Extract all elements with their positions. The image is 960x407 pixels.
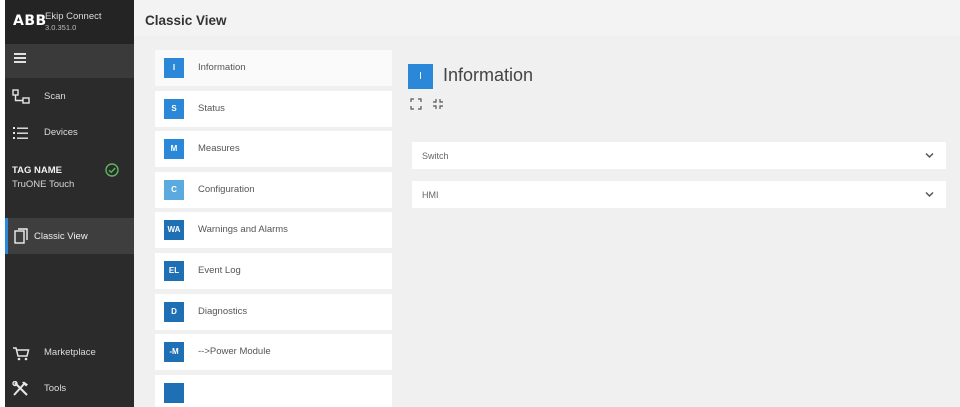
expand-all-icon[interactable] (410, 98, 422, 110)
chevron-down-icon (925, 191, 934, 198)
menu-badge: EL (164, 261, 184, 281)
list-item[interactable]: WA Warnings and Alarms (155, 212, 392, 248)
sidebar-item-label: Classic View (34, 231, 88, 242)
sidebar-item-label: Scan (44, 91, 66, 102)
expand-collapse-controls (410, 98, 450, 110)
cart-icon (13, 347, 30, 361)
device-model: TruONE Touch (12, 179, 75, 190)
tag-name: TAG NAME (12, 165, 62, 176)
list-item[interactable]: EL Event Log (155, 253, 392, 289)
hmi-dropdown[interactable]: HMI (412, 181, 946, 208)
sidebar-item-label: Tools (44, 383, 67, 394)
menu-item-label: Configuration (198, 184, 255, 195)
list-item[interactable]: M Measures (155, 131, 392, 167)
app-window: ABB Ekip Connect 3.0.351.0 Scan Devices … (0, 0, 960, 407)
detail-title: Information (443, 65, 534, 85)
menu-item-label: Measures (198, 143, 240, 154)
dropdown-label: HMI (422, 190, 439, 200)
menu-item-label: -->Power Module (198, 346, 271, 357)
menu-badge: D (164, 302, 184, 322)
menu-item-label: Information (198, 62, 246, 73)
sidebar-item-tools[interactable]: Tools (5, 372, 134, 406)
menu-item-label: Warnings and Alarms (198, 224, 288, 235)
sidebar-item-label: Devices (44, 127, 78, 138)
document-icon (14, 228, 28, 244)
list-item[interactable]: I Information (155, 50, 392, 86)
main-content: I Information S Status M Measures C Conf… (134, 36, 960, 407)
chevron-down-icon (925, 152, 934, 159)
detail-panel: I Information Switch HMI (408, 50, 960, 407)
sidebar-item-marketplace[interactable]: Marketplace (5, 336, 134, 370)
list-item[interactable]: D Diagnostics (155, 294, 392, 330)
menu-badge: M (164, 139, 184, 159)
menu-item-label: Event Log (198, 265, 241, 276)
menu-badge: I (164, 58, 184, 78)
sidebar: ABB Ekip Connect 3.0.351.0 Scan Devices … (5, 0, 134, 407)
menu-badge: -M (164, 342, 184, 362)
menu-badge: WA (164, 220, 184, 240)
hamburger-menu-button[interactable] (5, 44, 134, 78)
brand-header: ABB Ekip Connect 3.0.351.0 (5, 0, 134, 44)
list-item[interactable]: C Configuration (155, 172, 392, 208)
menu-item-label: Diagnostics (198, 306, 248, 317)
device-tag[interactable]: TAG NAME TruONE Touch (5, 157, 134, 205)
app-name: Ekip Connect (45, 11, 102, 22)
list-item[interactable]: -M -->Power Module (155, 334, 392, 370)
tools-icon (12, 381, 28, 396)
classic-view-menu: I Information S Status M Measures C Conf… (155, 50, 392, 407)
abb-logo: ABB (13, 13, 47, 29)
app-version: 3.0.351.0 (45, 23, 77, 32)
sidebar-item-devices[interactable]: Devices (5, 116, 134, 150)
dropdown-label: Switch (422, 151, 449, 161)
menu-item-label: Status (198, 103, 225, 114)
sidebar-item-label: Marketplace (44, 347, 96, 358)
page-title: Classic View (145, 13, 227, 28)
detail-badge: I (408, 64, 433, 89)
menu-badge (164, 383, 184, 403)
header-bar: Classic View (134, 0, 960, 36)
hamburger-icon (14, 53, 26, 55)
list-item[interactable] (155, 375, 392, 407)
sidebar-item-scan[interactable]: Scan (5, 80, 134, 114)
menu-badge: S (164, 99, 184, 119)
collapse-all-icon[interactable] (432, 98, 444, 110)
scan-icon (12, 89, 30, 104)
sidebar-item-classic-view[interactable]: Classic View (5, 218, 134, 254)
list-icon (13, 127, 28, 139)
menu-badge: C (164, 180, 184, 200)
check-circle-icon (105, 163, 119, 177)
list-item[interactable]: S Status (155, 91, 392, 127)
switch-dropdown[interactable]: Switch (412, 142, 946, 169)
